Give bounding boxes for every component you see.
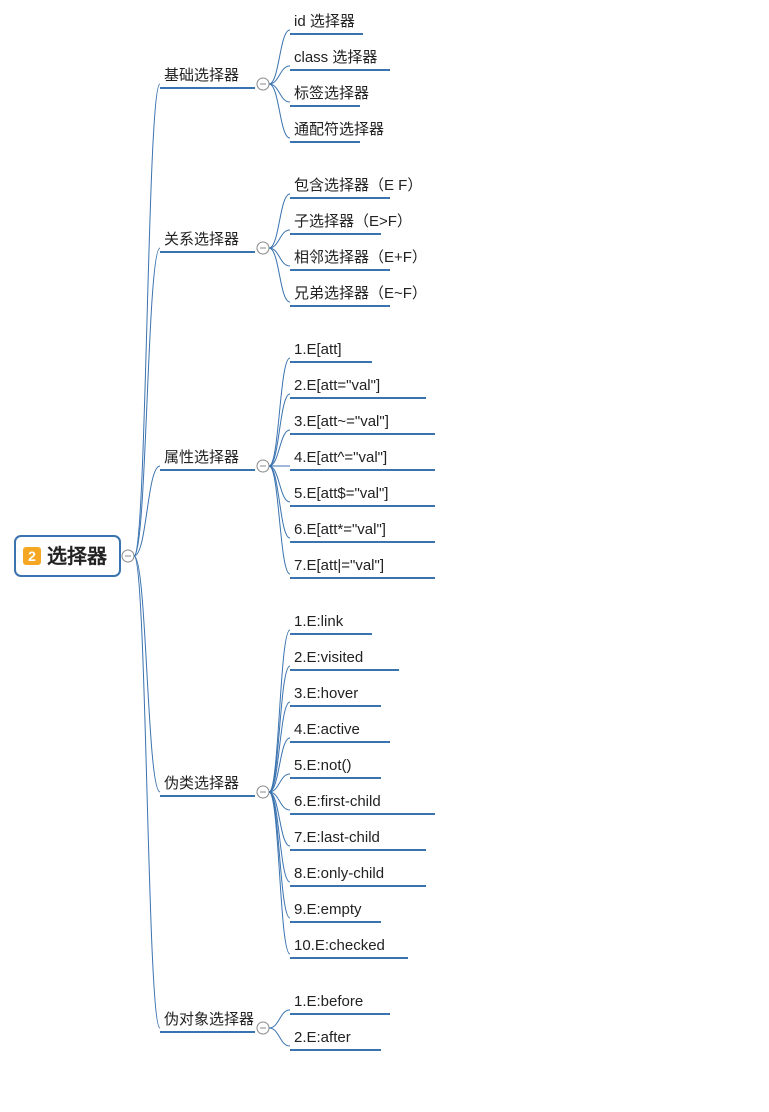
leaf-label[interactable]: 5.E[att$="val"] [294,485,388,502]
leaf-label[interactable]: 4.E:active [294,721,360,738]
leaf-label[interactable]: 10.E:checked [294,937,385,954]
leaf-label[interactable]: 2.E:after [294,1029,351,1046]
leaf-label[interactable]: 6.E[att*="val"] [294,521,386,538]
leaf-label[interactable]: 2.E[att="val"] [294,377,380,394]
branch-label[interactable]: 关系选择器 [164,231,239,248]
mindmap-canvas: 2 选择器 基础选择器 id 选择器 class 选择器标签选择器通配符选择器关系选择器… [0,0,769,1112]
leaf-label[interactable]: 3.E[att~="val"] [294,413,389,430]
branch-label[interactable]: 伪类选择器 [164,775,239,792]
branch-label[interactable]: 伪对象选择器 [164,1011,254,1028]
connector [269,1028,290,1046]
leaf-label[interactable]: 7.E[att|="val"] [294,557,384,574]
leaf-label[interactable]: 8.E:only-child [294,865,384,882]
leaf-label[interactable]: 5.E:not() [294,757,352,774]
leaf-label[interactable]: id 选择器 [294,13,355,30]
connector [134,556,160,1028]
root-badge-text: 2 [28,548,36,564]
connector [269,466,290,574]
leaf-label[interactable]: 3.E:hover [294,685,358,702]
leaf-label[interactable]: 通配符选择器 [294,121,384,138]
leaf-label[interactable]: 9.E:empty [294,901,362,918]
connector [134,556,160,792]
connector [269,792,290,918]
leaf-label[interactable]: 7.E:last-child [294,829,380,846]
connector [269,666,290,792]
leaf-label[interactable]: class 选择器 [294,49,377,66]
connector [269,430,290,466]
leaf-label[interactable]: 标签选择器 [294,85,369,102]
leaf-label[interactable]: 1.E[att] [294,341,342,358]
branch-label[interactable]: 基础选择器 [164,67,239,84]
root-label: 选择器 [47,545,108,568]
leaf-label[interactable]: 包含选择器（E F） [294,177,422,194]
leaf-label[interactable]: 兄弟选择器（E~F） [294,285,427,302]
connector [269,466,290,502]
leaf-label[interactable]: 1.E:before [294,993,363,1010]
leaf-label[interactable]: 相邻选择器（E+F） [294,249,427,266]
connector [269,630,290,792]
leaf-label[interactable]: 4.E[att^="val"] [294,449,387,466]
leaf-label[interactable]: 2.E:visited [294,649,363,666]
leaf-label[interactable]: 1.E:link [294,613,344,630]
leaf-label[interactable]: 子选择器（E>F） [294,213,412,230]
branch-label[interactable]: 属性选择器 [164,449,239,466]
connector [269,466,290,538]
connector [269,394,290,466]
connector [269,358,290,466]
leaf-label[interactable]: 6.E:first-child [294,793,381,810]
connector [269,792,290,954]
connector [269,1010,290,1028]
connector [134,84,160,556]
